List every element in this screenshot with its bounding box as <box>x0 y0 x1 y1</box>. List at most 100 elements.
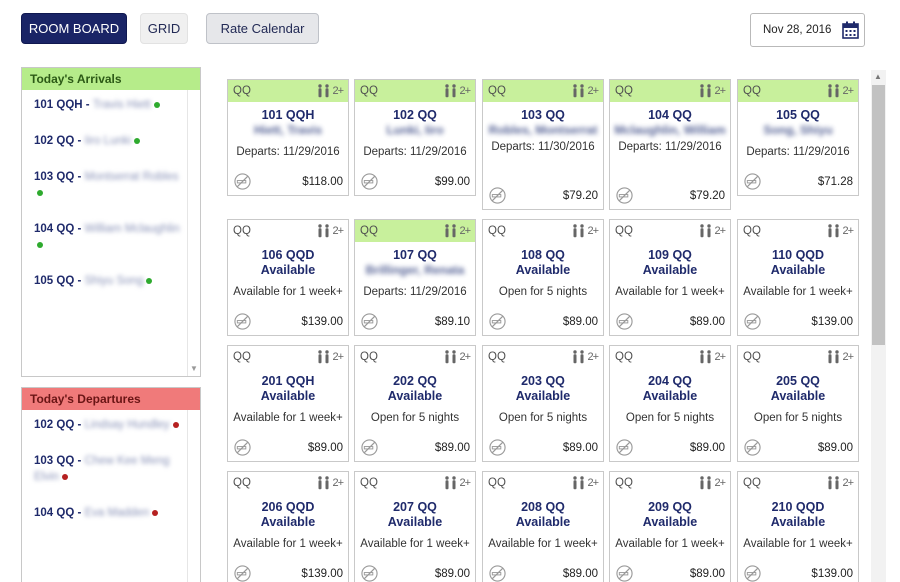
main-scrollbar[interactable]: ▲ <box>871 70 886 582</box>
room-card[interactable]: QQ 2+ 109 QQ Available Available for 1 week+… <box>609 219 731 336</box>
room-card[interactable]: QQ 2+ 106 QQD Available Available for 1 week… <box>227 219 349 336</box>
occupancy-icon: 2+ <box>316 476 344 490</box>
rate-calendar-button[interactable]: Rate Calendar <box>206 13 319 44</box>
scroll-up-icon[interactable]: ▲ <box>874 72 882 81</box>
room-card-header: QQ 2+ <box>738 346 858 368</box>
arrivals-item[interactable]: 104 QQ - William Mclaughlin <box>34 221 186 253</box>
room-type: QQ <box>615 351 633 363</box>
arrivals-scrollbar[interactable]: ▼ <box>187 90 200 376</box>
room-card[interactable]: QQ 2+ 202 QQ Available Open for 5 nights $89.… <box>354 345 476 462</box>
room-card[interactable]: QQ 2+ 108 QQ Available Open for 5 nights $89.… <box>482 219 604 336</box>
people-icon <box>700 476 712 490</box>
no-smoking-icon <box>616 313 633 330</box>
occupancy-count: 2+ <box>587 224 599 237</box>
occupancy-count: 2+ <box>842 84 854 97</box>
people-icon <box>573 350 585 364</box>
room-card[interactable]: QQ 2+ 103 QQ Robles, Montserrat Departs: 11/… <box>482 79 604 210</box>
room-price: $139.00 <box>301 315 343 328</box>
room-number: 202 QQ <box>393 374 437 388</box>
room-number: 205 QQ <box>776 374 820 388</box>
arrivals-item[interactable]: 103 QQ - Montserrat Robles <box>34 169 186 201</box>
departures-item[interactable]: 104 QQ - Eva Madden <box>34 505 186 521</box>
room-card[interactable]: QQ 2+ 208 QQ Available Available for 1 week+… <box>482 471 604 582</box>
arrivals-item[interactable]: 101 QQH - Travis Hiett <box>34 97 186 113</box>
occupancy-count: 2+ <box>459 224 471 237</box>
occupancy-count: 2+ <box>842 350 854 363</box>
room-card[interactable]: QQ 2+ 105 QQ Song, Shiyu Departs: 11/29/2016… <box>737 79 859 196</box>
room-guest: Mclaughlin, William <box>614 123 726 137</box>
room-type: QQ <box>488 85 506 97</box>
room-guest: Song, Shiyu <box>763 123 833 137</box>
room-number: 109 QQ <box>648 248 692 262</box>
room-card[interactable]: QQ 2+ 101 QQH Hiett, Travis Departs: 11/29/2… <box>227 79 349 196</box>
room-card[interactable]: QQ 2+ 203 QQ Available Open for 5 nights $89.… <box>482 345 604 462</box>
room-card[interactable]: QQ 2+ 207 QQ Available Available for 1 week+… <box>354 471 476 582</box>
no-smoking-icon <box>234 565 251 582</box>
departures-title: Today's Departures <box>22 388 200 410</box>
room-number: 108 QQ <box>521 248 565 262</box>
no-smoking-icon <box>489 439 506 456</box>
room-card[interactable]: QQ 2+ 102 QQ Lunki, Iiro Departs: 11/29/2016… <box>354 79 476 196</box>
room-type: QQ <box>615 85 633 97</box>
room-type: QQ <box>233 85 251 97</box>
arrivals-item[interactable]: 102 QQ - Iiro Lunki <box>34 133 186 149</box>
people-icon <box>445 476 457 490</box>
room-status: Departs: 11/30/2016 <box>491 141 595 153</box>
guest-name: Eva Madden <box>84 507 150 519</box>
occupancy-icon: 2+ <box>826 84 854 98</box>
room-price: $118.00 <box>302 175 343 188</box>
room-guest: Robles, Montserrat <box>488 123 598 137</box>
status-dot <box>146 277 153 284</box>
people-icon <box>573 476 585 490</box>
room-price: $89.10 <box>434 315 470 328</box>
no-smoking-icon <box>616 187 633 204</box>
room-card[interactable]: QQ 2+ 107 QQ Brillinger, Renata Departs: 11/… <box>354 219 476 336</box>
people-icon <box>573 224 585 238</box>
room-status: Available for 1 week+ <box>233 286 343 298</box>
departures-scrollbar[interactable] <box>187 410 200 582</box>
room-card[interactable]: QQ 2+ 210 QQD Available Available for 1 week… <box>737 471 859 582</box>
room-card-footer: $139.00 <box>234 313 343 330</box>
room-type: QQ <box>233 477 251 489</box>
people-icon <box>828 476 840 490</box>
room-card[interactable]: QQ 2+ 104 QQ Mclaughlin, William Departs: 11… <box>609 79 731 210</box>
scroll-down-icon[interactable]: ▼ <box>190 364 198 373</box>
room-type: QQ <box>488 477 506 489</box>
room-card[interactable]: QQ 2+ 206 QQD Available Available for 1 week… <box>227 471 349 582</box>
arrivals-item[interactable]: 105 QQ - Shiyu Song <box>34 273 186 289</box>
departures-item[interactable]: 102 QQ - Lindsay Hundley <box>34 417 186 433</box>
occupancy-icon: 2+ <box>316 224 344 238</box>
room-price: $89.00 <box>562 567 598 580</box>
occupancy-icon: 2+ <box>443 84 471 98</box>
room-price: $99.00 <box>434 175 470 188</box>
room-card[interactable]: QQ 2+ 205 QQ Available Open for 5 nights $89.… <box>737 345 859 462</box>
no-smoking-icon <box>361 173 378 190</box>
room-price: $89.00 <box>562 441 598 454</box>
room-card[interactable]: QQ 2+ 209 QQ Available Available for 1 week+… <box>609 471 731 582</box>
room-card[interactable]: QQ 2+ 204 QQ Available Open for 5 nights $89.… <box>609 345 731 462</box>
grid-button[interactable]: GRID <box>140 13 188 44</box>
room-price: $89.00 <box>689 567 725 580</box>
room-card-footer: $89.00 <box>616 439 725 456</box>
room-status: Available for 1 week+ <box>615 538 725 550</box>
room-guest: Available <box>260 389 316 403</box>
occupancy-count: 2+ <box>587 350 599 363</box>
guest-room: 105 QQ <box>34 275 75 287</box>
departures-item[interactable]: 103 QQ - Chew Kee Meng Elvin <box>34 453 186 485</box>
date-picker[interactable]: Nov 28, 2016 <box>750 13 865 47</box>
no-smoking-icon <box>234 439 251 456</box>
no-smoking-icon <box>489 187 506 204</box>
scroll-thumb[interactable] <box>872 85 885 345</box>
guest-name: Montserrat Robles <box>84 171 179 183</box>
room-card[interactable]: QQ 2+ 201 QQH Available Available for 1 week… <box>227 345 349 462</box>
people-icon <box>828 224 840 238</box>
room-card[interactable]: QQ 2+ 110 QQD Available Available for 1 week… <box>737 219 859 336</box>
occupancy-count: 2+ <box>842 476 854 489</box>
occupancy-count: 2+ <box>714 476 726 489</box>
guest-name: William Mclaughlin <box>84 223 180 235</box>
separator: - <box>74 171 85 183</box>
people-icon <box>828 350 840 364</box>
no-smoking-icon <box>744 173 761 190</box>
calendar-icon[interactable] <box>842 21 859 39</box>
room-board-button[interactable]: ROOM BOARD <box>21 13 127 44</box>
